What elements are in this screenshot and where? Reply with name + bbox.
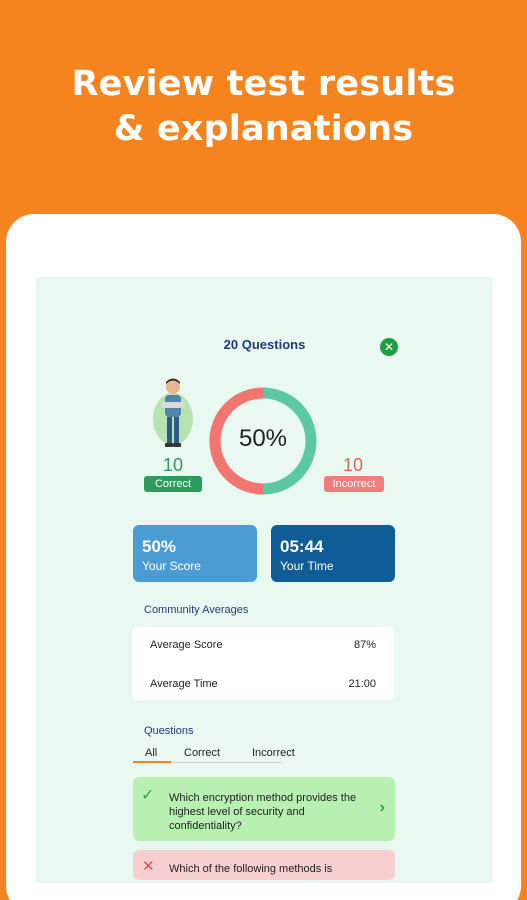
your-score-card: 50% Your Score bbox=[133, 525, 257, 582]
promo-headline: Review test results & explanations bbox=[0, 62, 527, 152]
community-averages-title: Community Averages bbox=[144, 604, 249, 616]
question-item-incorrect[interactable]: ✕ Which of the following methods is bbox=[133, 850, 395, 880]
average-score-row: Average Score 87% bbox=[150, 639, 376, 651]
correct-count: 10 bbox=[162, 455, 184, 475]
your-score-value: 50% bbox=[142, 537, 177, 556]
headline-line-1: Review test results bbox=[71, 64, 456, 104]
your-time-label: Your Time bbox=[280, 559, 334, 573]
headline-line-2: & explanations bbox=[113, 109, 414, 149]
your-time-value: 05:44 bbox=[280, 537, 324, 556]
tab-all[interactable]: All bbox=[145, 747, 157, 759]
average-time-row: Average Time 21:00 bbox=[150, 678, 376, 690]
correct-badge: Correct bbox=[144, 476, 202, 492]
active-tab-indicator bbox=[133, 761, 171, 763]
questions-title: Questions bbox=[144, 725, 194, 737]
your-time-card: 05:44 Your Time bbox=[271, 525, 395, 582]
community-averages-box: Average Score 87% Average Time 21:00 bbox=[132, 627, 394, 700]
tab-correct[interactable]: Correct bbox=[184, 747, 220, 759]
average-time-value: 21:00 bbox=[348, 678, 376, 690]
tab-incorrect[interactable]: Incorrect bbox=[252, 747, 295, 759]
incorrect-badge: Incorrect bbox=[324, 476, 384, 492]
question-text: Which encryption method provides the hig… bbox=[169, 792, 357, 832]
question-text: Which of the following methods is bbox=[169, 863, 333, 875]
results-title: 20 Questions bbox=[223, 337, 306, 352]
average-time-label: Average Time bbox=[150, 678, 218, 690]
score-percent: 50% bbox=[238, 425, 288, 452]
results-screen: 20 Questions ✕ 10 Correct 50% 10 Incorre… bbox=[36, 277, 493, 883]
close-icon[interactable]: ✕ bbox=[380, 338, 398, 356]
your-score-label: Your Score bbox=[142, 559, 201, 573]
average-score-label: Average Score bbox=[150, 639, 223, 651]
cross-icon: ✕ bbox=[142, 858, 155, 875]
student-illustration bbox=[153, 378, 193, 447]
incorrect-count: 10 bbox=[342, 455, 364, 475]
question-item-correct[interactable]: ✓ Which encryption method provides the h… bbox=[133, 777, 395, 841]
tab-divider bbox=[171, 762, 281, 763]
average-score-value: 87% bbox=[353, 639, 376, 651]
chevron-right-icon[interactable]: › bbox=[380, 799, 385, 817]
check-icon: ✓ bbox=[141, 787, 155, 804]
